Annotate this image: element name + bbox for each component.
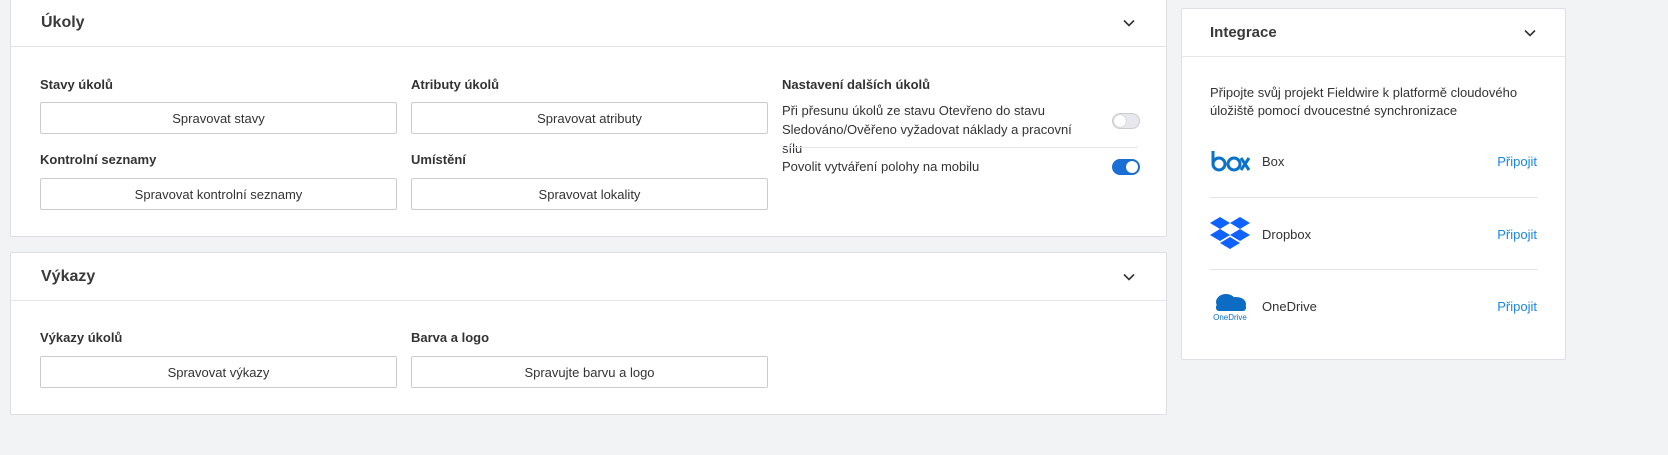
integration-row-onedrive: OneDrive OneDrive Připojit [1210, 270, 1537, 342]
manage-checklists-button[interactable]: Spravovat kontrolní seznamy [40, 178, 397, 210]
integrations-description: Připojte svůj projekt Fieldwire k platfo… [1210, 84, 1550, 120]
connect-onedrive-link[interactable]: Připojit [1497, 299, 1537, 314]
more-task-settings-label: Nastavení dalších úkolů [782, 77, 931, 92]
dropbox-logo-icon [1210, 214, 1250, 254]
integration-name-dropbox: Dropbox [1262, 226, 1312, 242]
integration-name-box: Box [1262, 153, 1285, 169]
cost-labor-setting-line1: Při přesunu úkolů ze stavu Otevřeno do s… [782, 103, 1046, 118]
settings-divider [782, 147, 1138, 148]
integrations-panel: Integrace Připojte svůj projekt Fieldwir… [1181, 8, 1566, 360]
mobile-location-toggle[interactable] [1112, 159, 1140, 175]
integrations-description-line1: Připojte svůj projekt Fieldwire k platfo… [1210, 85, 1518, 100]
task-attributes-label: Atributy úkolů [411, 77, 500, 92]
branding-label: Barva a logo [411, 330, 490, 345]
tasks-panel: Úkoly Stavy úkolů Spravovat stavy Atribu… [10, 0, 1167, 237]
cost-labor-setting-line2: Sledováno/Ověřeno vyžadovat náklady a pr… [782, 122, 1072, 156]
reports-panel: Výkazy Výkazy úkolů Spravovat výkazy Bar… [10, 252, 1167, 415]
integration-name-onedrive: OneDrive [1262, 298, 1317, 314]
manage-states-button[interactable]: Spravovat stavy [40, 102, 397, 134]
manage-locations-button[interactable]: Spravovat lokality [411, 178, 768, 210]
integration-row-dropbox: Dropbox Připojit [1210, 198, 1537, 270]
onedrive-logo-icon: OneDrive [1210, 286, 1250, 326]
location-label: Umístění [411, 152, 466, 167]
checklists-label: Kontrolní seznamy [40, 152, 157, 167]
reports-panel-title: Výkazy [41, 267, 96, 285]
integrations-panel-title: Integrace [1210, 24, 1277, 41]
cost-labor-setting-text: Při přesunu úkolů ze stavu Otevřeno do s… [782, 101, 1092, 158]
chevron-down-icon[interactable] [1122, 16, 1136, 30]
chevron-down-icon[interactable] [1523, 26, 1537, 40]
manage-attributes-button[interactable]: Spravovat atributy [411, 102, 768, 134]
connect-dropbox-link[interactable]: Připojit [1497, 227, 1537, 242]
chevron-down-icon[interactable] [1122, 270, 1136, 284]
integration-row-box: Box Připojit [1210, 125, 1537, 197]
reports-panel-header[interactable]: Výkazy [11, 253, 1166, 301]
task-states-label: Stavy úkolů [40, 77, 113, 92]
tasks-panel-header[interactable]: Úkoly [11, 0, 1166, 47]
onedrive-logo-caption: OneDrive [1213, 313, 1247, 322]
cost-labor-toggle[interactable] [1112, 113, 1140, 129]
manage-branding-button[interactable]: Spravujte barvu a logo [411, 356, 768, 388]
tasks-panel-title: Úkoly [41, 13, 85, 31]
integrations-description-line2: úložiště pomocí dvoucestné synchronizace [1210, 103, 1458, 118]
box-logo-icon [1210, 141, 1250, 181]
mobile-location-setting-text: Povolit vytváření polohy na mobilu [782, 159, 980, 174]
task-reports-label: Výkazy úkolů [40, 330, 123, 345]
manage-reports-button[interactable]: Spravovat výkazy [40, 356, 397, 388]
integrations-panel-header[interactable]: Integrace [1182, 9, 1565, 57]
connect-box-link[interactable]: Připojit [1497, 154, 1537, 169]
